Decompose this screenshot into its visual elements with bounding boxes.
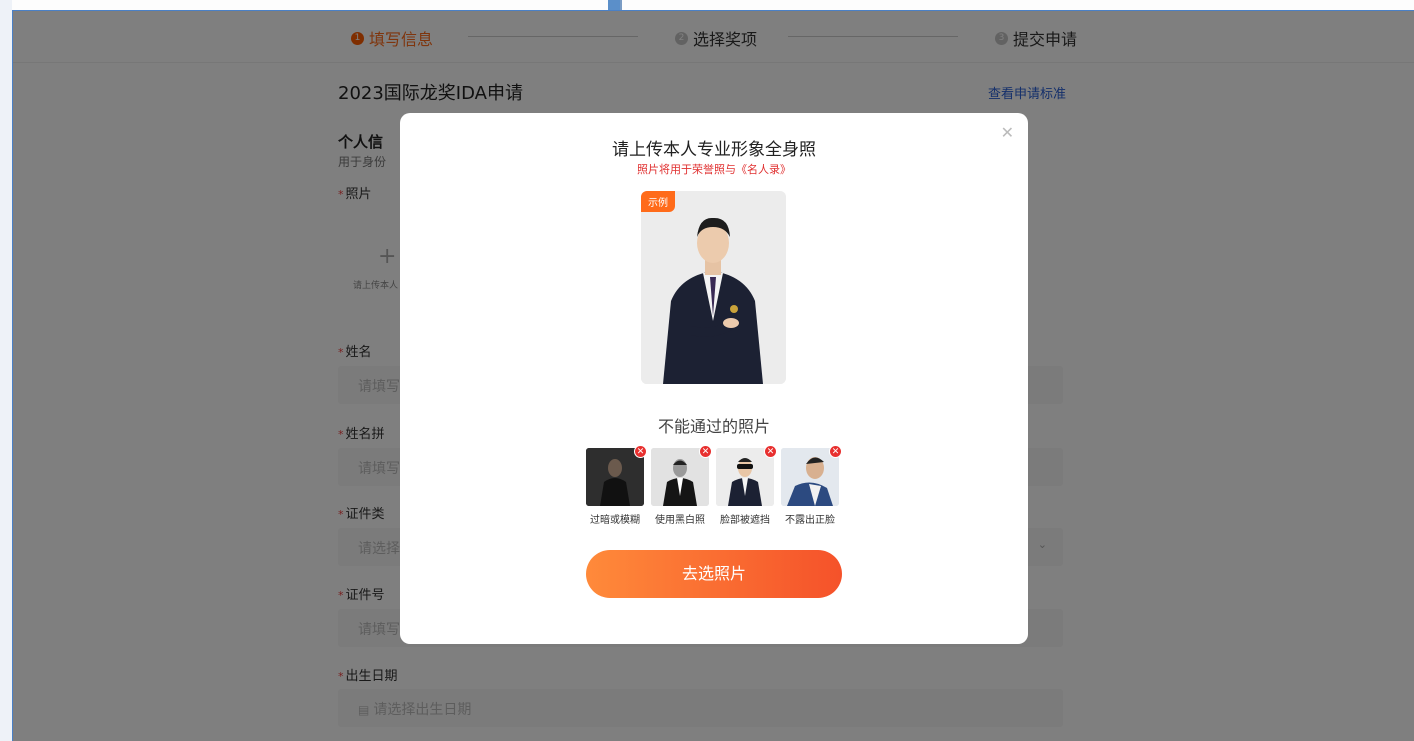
- modal-note: 照片将用于荣誉照与《名人录》: [637, 163, 791, 176]
- rejected-example-dark: ✕ 过暗或模糊: [586, 445, 647, 526]
- rejected-thumbnail: [781, 448, 839, 506]
- rejected-example-side: ✕ 不露出正脸: [781, 445, 842, 526]
- rejected-thumbnail: [716, 448, 774, 506]
- reject-x-icon: ✕: [764, 445, 777, 458]
- example-person-image: [641, 191, 786, 384]
- rejected-thumbnail: [586, 448, 644, 506]
- application-page: 1 填写信息 2 选择奖项 3 提交申请 2023国际龙奖IDA申请 查看申请标…: [12, 10, 1414, 741]
- example-photo: 示例: [641, 191, 786, 384]
- rejected-caption: 不露出正脸: [785, 515, 835, 526]
- example-badge: 示例: [641, 191, 675, 212]
- rejected-caption: 使用黑白照: [655, 515, 705, 526]
- reject-x-icon: ✕: [699, 445, 712, 458]
- photo-guide-modal: ✕ 请上传本人专业形象全身照 照片将用于荣誉照与《名人录》 示例 不能通过的照片: [400, 113, 1028, 644]
- reject-x-icon: ✕: [829, 445, 842, 458]
- background-desktop-strip: [0, 0, 12, 741]
- rejected-thumbnail: [651, 448, 709, 506]
- modal-title: 请上传本人专业形象全身照: [612, 140, 816, 160]
- rejected-example-covered: ✕ 脸部被遮挡: [716, 445, 777, 526]
- rejected-caption: 过暗或模糊: [590, 515, 640, 526]
- rejected-photos-list: ✕ 过暗或模糊 ✕ 使用黑白照 ✕ 脸部被遮挡 ✕ 不露出正脸: [586, 445, 842, 526]
- choose-photo-button[interactable]: 去选照片: [586, 550, 842, 598]
- rejected-example-bw: ✕ 使用黑白照: [651, 445, 712, 526]
- reject-x-icon: ✕: [634, 445, 647, 458]
- rejected-caption: 脸部被遮挡: [720, 515, 770, 526]
- rejected-photos-title: 不能通过的照片: [657, 417, 770, 436]
